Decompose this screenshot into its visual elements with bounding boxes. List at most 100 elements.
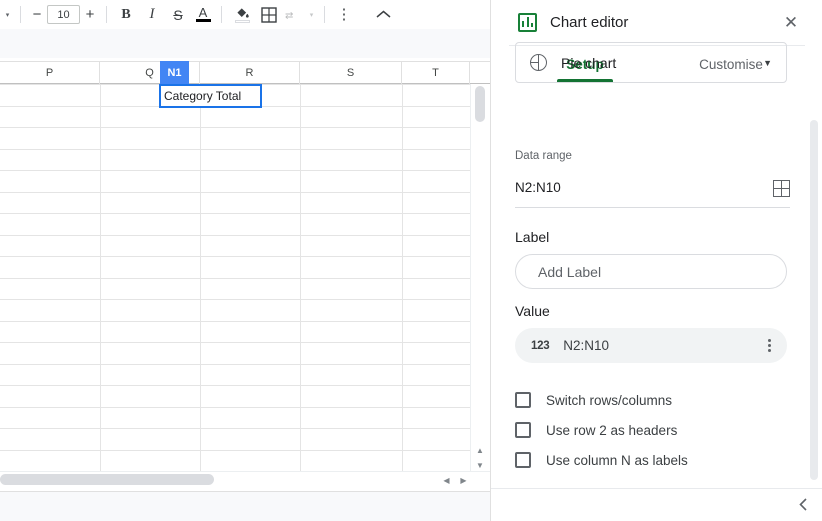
checkbox-icon[interactable] <box>515 422 531 438</box>
column-header-p[interactable]: P <box>0 62 100 84</box>
scroll-up-icon: ▲ <box>476 446 484 455</box>
grid-row-line <box>0 149 470 150</box>
more-options-button[interactable]: ⋮ <box>331 0 357 29</box>
bold-icon: B <box>121 6 131 22</box>
grid-row-line <box>0 278 470 279</box>
italic-button[interactable]: I <box>139 0 165 29</box>
scroll-left-button[interactable]: ◀ <box>438 471 455 490</box>
text-color-swatch <box>195 19 211 22</box>
column-header-r[interactable]: R <box>200 62 300 84</box>
number-type-icon: 123 <box>531 339 550 352</box>
text-color-button[interactable]: A <box>191 0 215 29</box>
label-heading: Label <box>515 229 550 245</box>
vertical-scrollbar-thumb[interactable] <box>475 86 485 122</box>
checkbox-use-column-as-labels[interactable]: Use column N as labels <box>515 450 688 470</box>
toolbar-divider-3 <box>221 6 222 23</box>
add-label-button[interactable]: Add Label <box>515 254 787 289</box>
grid-row-line <box>0 127 470 128</box>
chevron-up-icon <box>376 10 390 18</box>
name-box-label: N1 <box>167 66 182 79</box>
checkbox-icon[interactable] <box>515 392 531 408</box>
bold-button[interactable]: B <box>113 0 139 29</box>
text-color-icon: A <box>198 5 208 20</box>
data-range-value[interactable]: N2:N10 <box>515 180 561 195</box>
checkbox-switch-rows-columns[interactable]: Switch rows/columns <box>515 390 672 410</box>
grid-column-line <box>402 84 403 471</box>
grid-row-line <box>0 321 470 322</box>
toolbar-divider <box>20 6 21 23</box>
active-cell[interactable]: Category Total <box>159 84 262 108</box>
text-rotation-button[interactable]: ⇄ <box>282 0 304 29</box>
italic-icon: I <box>149 6 155 22</box>
undo-caret-icon[interactable]: ▾ <box>0 0 14 29</box>
text-rotation-caret[interactable]: ▾ <box>304 0 318 29</box>
column-header-s[interactable]: S <box>300 62 402 84</box>
vertical-scrollbar-track[interactable] <box>470 84 490 471</box>
formula-bar-strip <box>0 29 490 58</box>
collapse-toolbar-button[interactable] <box>357 0 409 29</box>
grid-row-line <box>0 299 470 300</box>
fill-color-icon <box>236 8 249 18</box>
scroll-up-button[interactable]: ▲ <box>470 443 490 458</box>
checkbox-use-row-as-headers[interactable]: Use row 2 as headers <box>515 420 677 440</box>
column-header-label: P <box>45 67 54 79</box>
borders-button[interactable] <box>256 0 282 29</box>
grid-row-line <box>0 213 470 214</box>
more-vert-icon: ⋮ <box>336 6 352 23</box>
collapse-panel-button[interactable] <box>790 491 816 517</box>
grid-row-line <box>0 170 470 171</box>
close-button[interactable]: ✕ <box>777 0 805 45</box>
more-vert-icon[interactable] <box>768 339 771 352</box>
chart-type-select[interactable]: Pie chart ▼ <box>515 42 787 83</box>
column-header-t[interactable]: T <box>402 62 470 84</box>
close-icon: ✕ <box>783 12 799 32</box>
scroll-down-icon: ▼ <box>476 461 484 470</box>
fill-color-button[interactable] <box>228 0 256 29</box>
scroll-right-icon: ▶ <box>460 476 467 485</box>
grid-column-line <box>100 84 101 471</box>
grid-row-line <box>0 428 470 429</box>
chevron-down-icon: ▼ <box>763 57 772 68</box>
decrease-font-size-button[interactable]: − <box>27 0 47 29</box>
checkbox-label: Switch rows/columns <box>546 392 673 408</box>
checkbox-icon[interactable] <box>515 452 531 468</box>
app-root: ▾ − 10 + B I S A ⇄ ▾ ⋮ P Q R S T N1 Cate… <box>0 0 822 521</box>
chevron-left-icon <box>798 497 807 511</box>
text-rotation-icon: ⇄ <box>285 10 293 21</box>
strikethrough-button[interactable]: S <box>165 0 191 29</box>
chevron-down-icon: ▾ <box>309 11 314 19</box>
value-heading: Value <box>515 303 550 319</box>
grid-row-line <box>0 364 470 365</box>
column-header-label: S <box>346 67 355 79</box>
grid-row-line <box>0 385 470 386</box>
increase-font-size-button[interactable]: + <box>80 0 100 29</box>
chart-editor-panel: Chart editor ✕ Setup Customise Pie chart… <box>490 0 822 521</box>
page-title: Chart editor <box>550 14 629 31</box>
editor-scrollbar-thumb[interactable] <box>810 120 818 480</box>
borders-icon <box>261 6 277 23</box>
value-range-text: N2:N10 <box>563 338 610 353</box>
data-range-heading: Data range <box>515 150 572 162</box>
font-size-input[interactable]: 10 <box>47 5 80 24</box>
grid-column-line <box>200 84 201 471</box>
grid-row-line <box>0 450 470 451</box>
grid-row-line <box>0 342 470 343</box>
add-label-text: Add Label <box>538 263 602 280</box>
grid-row-line <box>0 407 470 408</box>
decrease-font-size-glyph: − <box>32 6 42 23</box>
pie-chart-icon <box>530 54 547 71</box>
horizontal-scrollbar-thumb[interactable] <box>0 474 214 485</box>
editor-bottom-divider <box>491 488 822 489</box>
scroll-right-button[interactable]: ▶ <box>455 471 472 490</box>
grid-select-icon[interactable] <box>773 180 790 197</box>
column-headers: P Q R S T <box>0 61 490 84</box>
chart-type-value: Pie chart <box>561 54 617 71</box>
fill-color-swatch <box>234 20 250 23</box>
active-cell-value: Category Total <box>164 89 242 103</box>
column-header-label: R <box>245 67 254 79</box>
chart-editor-header: Chart editor ✕ <box>491 0 822 45</box>
data-range-underline <box>515 207 790 208</box>
value-range-chip[interactable]: 123 N2:N10 <box>515 328 787 363</box>
checkbox-label: Use column N as labels <box>546 452 688 468</box>
cell-grid[interactable] <box>0 84 471 472</box>
